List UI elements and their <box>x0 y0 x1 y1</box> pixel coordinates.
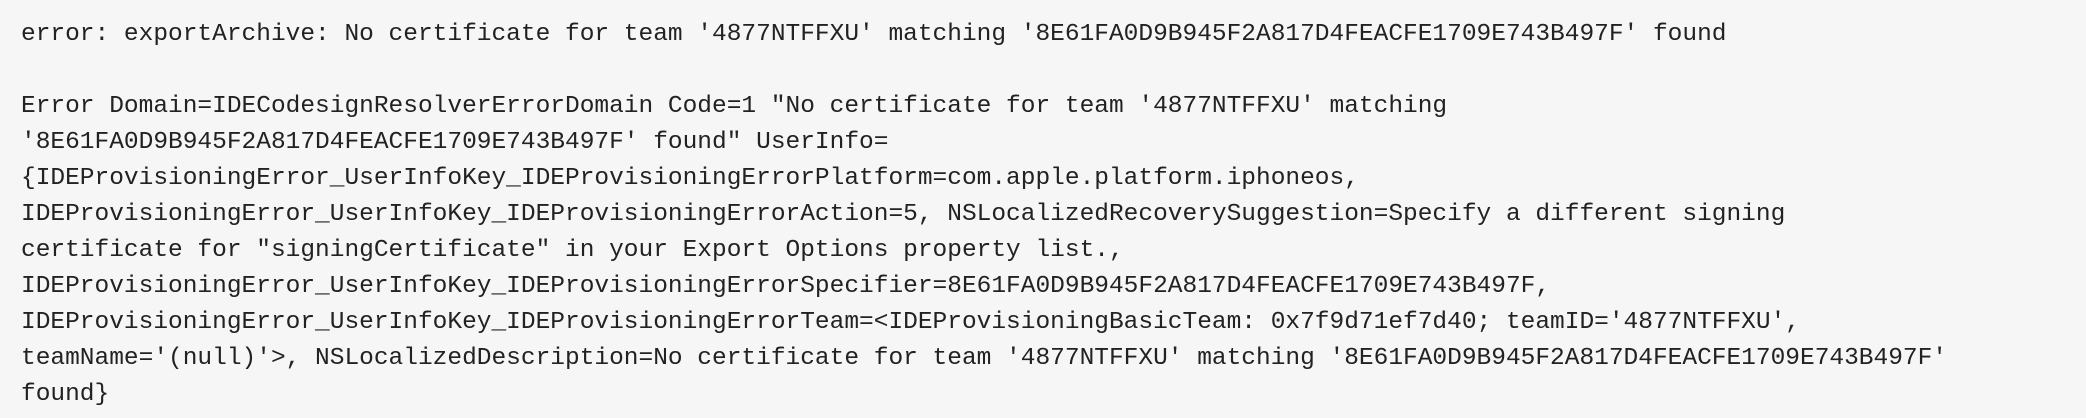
error-log-panel: error: exportArchive: No certificate for… <box>0 0 2086 418</box>
error-detail-line: {IDEProvisioningError_UserInfoKey_IDEPro… <box>21 165 1359 192</box>
error-detail-line: certificate for "signingCertificate" in … <box>21 237 1124 264</box>
error-detail-line: Error Domain=IDECodesignResolverErrorDom… <box>21 93 1448 120</box>
error-detail-line: IDEProvisioningError_UserInfoKey_IDEProv… <box>21 273 1551 300</box>
error-summary-line: error: exportArchive: No certificate for… <box>21 21 1727 48</box>
error-detail-line: teamName='(null)'>, NSLocalizedDescripti… <box>21 345 1948 372</box>
error-detail-line: IDEProvisioningError_UserInfoKey_IDEProv… <box>21 309 1800 336</box>
error-detail-line: found} <box>21 381 110 408</box>
error-detail-line: IDEProvisioningError_UserInfoKey_IDEProv… <box>21 201 1786 228</box>
error-detail-line: '8E61FA0D9B945F2A817D4FEACFE1709E743B497… <box>21 129 889 156</box>
